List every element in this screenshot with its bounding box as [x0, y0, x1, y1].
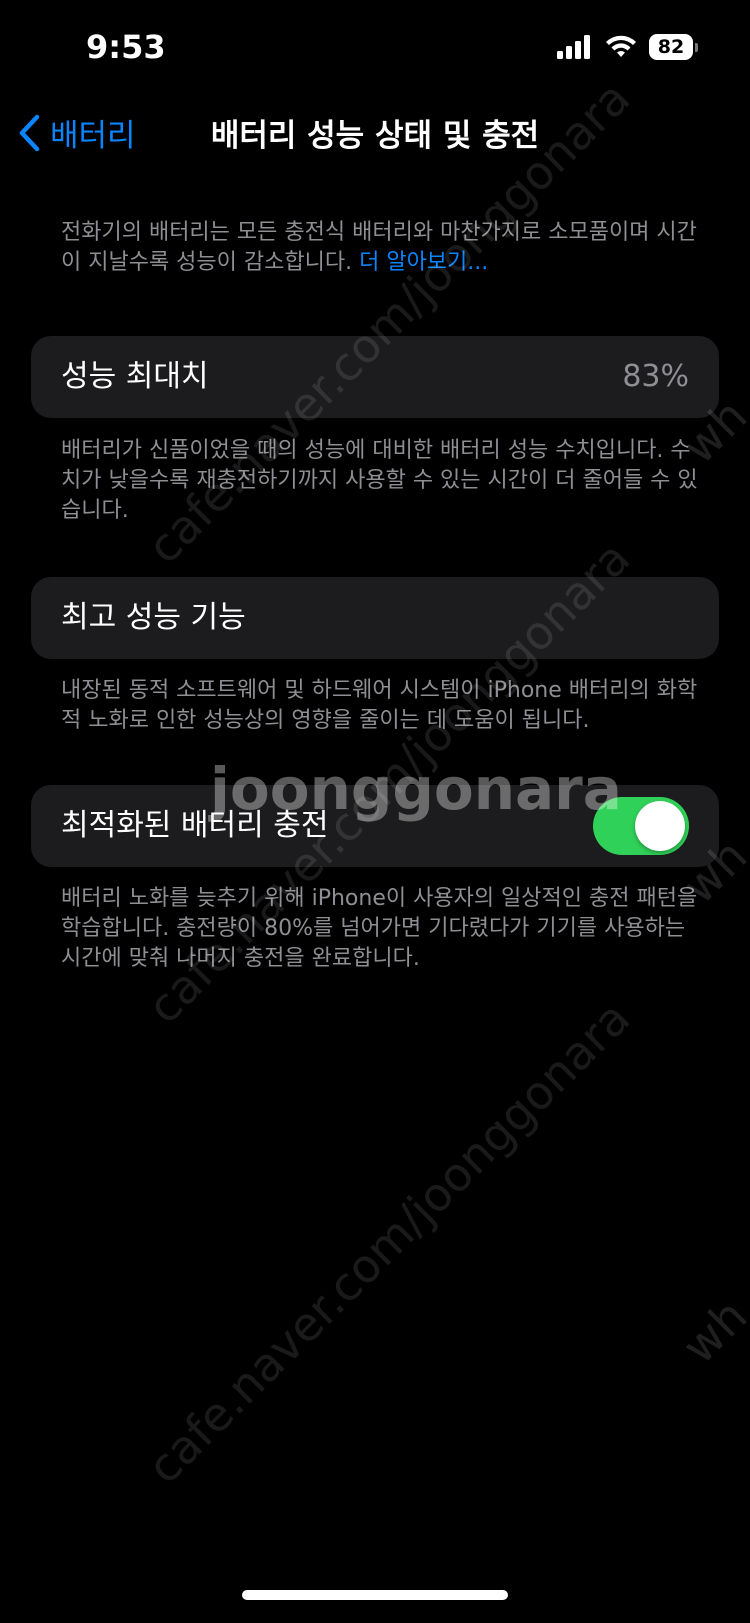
battery-level: 82 — [649, 34, 693, 60]
toggle-knob — [635, 801, 685, 851]
optimized-charging-label: 최적화된 배터리 충전 — [61, 808, 329, 843]
watermark-text: cafe.naver.com/joonggonara — [136, 990, 641, 1494]
status-time: 9:53 — [86, 28, 166, 66]
max-capacity-label: 성능 최대치 — [61, 359, 209, 394]
max-capacity-cell: 성능 최대치 83% — [31, 336, 719, 418]
wifi-icon — [606, 35, 636, 57]
cellular-signal-icon — [557, 35, 590, 59]
navigation-bar: 배터리 배터리 성능 상태 및 충전 — [0, 100, 750, 164]
optimized-charging-cell: 최적화된 배터리 충전 — [31, 785, 719, 867]
status-icons: 82 — [557, 34, 698, 60]
max-capacity-value: 83% — [622, 359, 689, 394]
home-indicator[interactable] — [242, 1590, 508, 1600]
optimized-charging-toggle[interactable] — [593, 797, 689, 855]
intro-description: 전화기의 배터리는 모든 충전식 배터리와 마찬가지로 소모품이며 시간이 지날… — [61, 218, 701, 278]
learn-more-link[interactable]: 더 알아보기... — [359, 250, 488, 275]
max-capacity-footer: 배터리가 신품이었을 때의 성능에 대비한 배터리 성능 수치입니다. 수치가 … — [61, 438, 698, 523]
optimized-charging-footer: 배터리 노화를 늦추기 위해 iPhone이 사용자의 일상적인 충전 패턴을 … — [61, 886, 698, 971]
page-title: 배터리 성능 상태 및 충전 — [210, 118, 540, 154]
peak-performance-footer: 내장된 동적 소프트웨어 및 하드웨어 시스템이 iPhone 배터리의 화학적… — [61, 678, 698, 733]
watermark-edge: wh — [671, 1288, 750, 1374]
peak-performance-label: 최고 성능 기능 — [61, 600, 246, 635]
battery-icon: 82 — [649, 34, 698, 60]
peak-performance-cell: 최고 성능 기능 — [31, 577, 719, 659]
status-bar: 9:53 82 — [0, 0, 750, 100]
